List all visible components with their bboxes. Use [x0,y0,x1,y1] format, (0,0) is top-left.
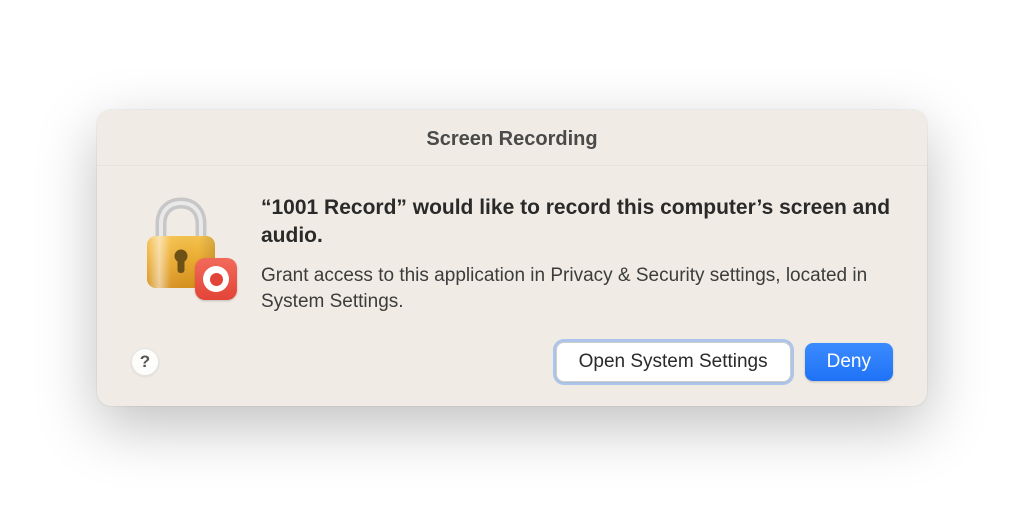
dialog-body: “1001 Record” would like to record this … [97,166,927,334]
deny-button[interactable]: Deny [805,343,893,381]
help-button[interactable]: ? [131,348,159,376]
dialog-message-secondary: Grant access to this application in Priv… [261,263,893,316]
dialog-message-primary: “1001 Record” would like to record this … [261,194,893,251]
lock-icon [131,194,231,294]
record-icon [195,258,237,300]
permission-dialog: Screen Recording [97,110,927,406]
dialog-actions: ? Open System Settings Deny [97,334,927,406]
open-system-settings-button[interactable]: Open System Settings [556,342,791,382]
dialog-title: Screen Recording [97,110,927,166]
dialog-text: “1001 Record” would like to record this … [261,194,893,316]
